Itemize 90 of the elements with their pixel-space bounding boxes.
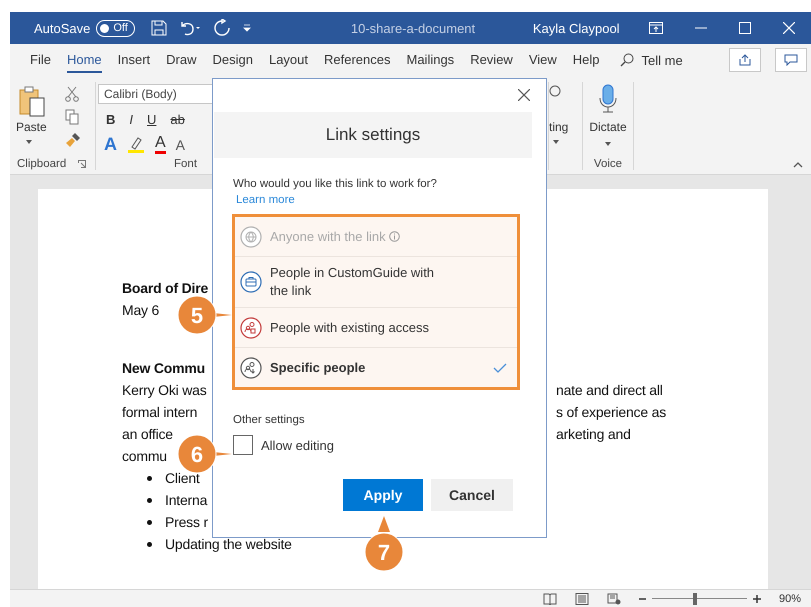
document-title: 10-share-a-document [350, 20, 476, 36]
cancel-button[interactable]: Cancel [431, 479, 513, 511]
paste-icon[interactable] [18, 86, 46, 118]
share-button[interactable] [728, 48, 761, 72]
ribbon-tab[interactable]: Home [66, 48, 102, 72]
group-label: Clipboard [17, 158, 66, 170]
link-option[interactable]: People with existing access [235, 308, 517, 348]
ribbon-tab[interactable]: Review [470, 48, 513, 72]
paste-label[interactable]: Paste [16, 120, 47, 134]
brush-icon[interactable] [65, 132, 81, 148]
maximize-icon[interactable] [739, 22, 751, 34]
ribbon-tab[interactable]: Insert [118, 48, 150, 72]
ribbon-tab[interactable]: File [30, 48, 51, 72]
undo-icon[interactable] [178, 20, 201, 36]
text-effects-button[interactable]: A [104, 134, 117, 155]
link-option[interactable]: Specific people [235, 348, 517, 387]
autosave-label: AutoSave [34, 20, 90, 36]
checkbox[interactable] [233, 435, 253, 455]
read-mode-icon[interactable] [542, 592, 557, 604]
document-text: Kerry Oki was [122, 382, 207, 398]
question-text: Who would you like this link to work for? [233, 178, 438, 190]
bullet-icon [147, 520, 152, 524]
share-icon [738, 54, 752, 66]
ribbon-tab[interactable]: Design [212, 48, 253, 72]
learn-more-link[interactable]: Learn more [236, 194, 295, 206]
grow-font-button[interactable]: A [176, 136, 186, 152]
print-layout-icon[interactable] [574, 592, 589, 604]
checkbox-label[interactable]: Allow editing [261, 438, 334, 452]
checkmark-icon [493, 362, 507, 372]
format-button[interactable]: U [147, 112, 156, 127]
ribbon-tab[interactable]: Draw [166, 48, 196, 72]
zoom-level[interactable]: 90% [778, 592, 801, 604]
document-text: formal intern [122, 404, 198, 420]
dictate-button[interactable]: Dictate [589, 120, 627, 134]
globe-icon [240, 226, 262, 248]
apply-button[interactable]: Apply [343, 479, 423, 511]
document-heading: New Commu [122, 360, 205, 376]
search-icon[interactable] [620, 53, 634, 67]
copy-icon[interactable] [65, 109, 79, 125]
zoom-in-icon[interactable] [752, 594, 761, 602]
ribbon-tab[interactable]: Help [572, 48, 600, 72]
customize-caret-icon[interactable] [242, 24, 251, 32]
bullet-icon [147, 476, 152, 480]
document-text: Updating the website [165, 536, 292, 552]
format-button[interactable]: B [106, 112, 116, 127]
user-name[interactable]: Kayla Claypool [532, 20, 620, 36]
bullet-icon [147, 542, 152, 546]
document-text: Interna [165, 492, 208, 508]
ribbon-tab[interactable]: References [324, 48, 390, 72]
document-text: nate and direct all [556, 382, 663, 398]
group-label: Font [174, 158, 198, 170]
comment-icon [784, 54, 798, 66]
redo-icon[interactable] [212, 19, 231, 37]
format-button[interactable]: ab [170, 112, 185, 127]
ribbon-tab[interactable]: Mailings [406, 48, 454, 72]
web-layout-icon[interactable] [606, 592, 621, 604]
document-text: s of experience as [556, 404, 666, 420]
editing-label[interactable]: ting [549, 120, 568, 134]
document-text: Press r [165, 514, 208, 530]
collapse-ribbon-icon[interactable] [793, 162, 803, 168]
dialog-launcher-icon[interactable] [78, 160, 86, 168]
section-label: Other settings [233, 414, 306, 426]
document-heading: Board of Dire [122, 280, 208, 296]
ribbon-tab[interactable]: Layout [268, 48, 308, 72]
step-callout: 7 [363, 516, 419, 572]
ribbon-display-icon[interactable] [649, 22, 663, 34]
tell-me-field[interactable]: Tell me [642, 52, 683, 68]
caret-icon[interactable] [26, 140, 32, 144]
microphone-icon[interactable] [599, 84, 617, 114]
scissors-icon[interactable] [65, 86, 79, 102]
dialog-title: Link settings [326, 125, 420, 145]
autosave-toggle[interactable]: Off [96, 20, 135, 36]
caret-icon[interactable] [605, 142, 611, 146]
format-button[interactable]: I [129, 112, 134, 127]
ribbon-tab[interactable]: View [528, 48, 557, 72]
save-icon[interactable] [150, 20, 167, 36]
document-text: arketing and [556, 426, 631, 442]
document-text: an office [122, 426, 173, 442]
link-option[interactable]: People in CustomGuide with the link [235, 257, 517, 308]
font-color-button[interactable]: A [155, 135, 166, 154]
close-icon[interactable] [783, 22, 795, 34]
document-text: commu [122, 448, 167, 464]
comments-button[interactable] [774, 48, 807, 72]
document-text: May 6 [122, 302, 160, 318]
caret-icon[interactable] [553, 140, 559, 144]
minimize-icon[interactable] [695, 27, 707, 29]
bullet-icon [147, 498, 152, 502]
document-text: Client [165, 470, 200, 486]
highlighter-icon[interactable] [127, 136, 145, 154]
group-label: Voice [594, 158, 622, 170]
